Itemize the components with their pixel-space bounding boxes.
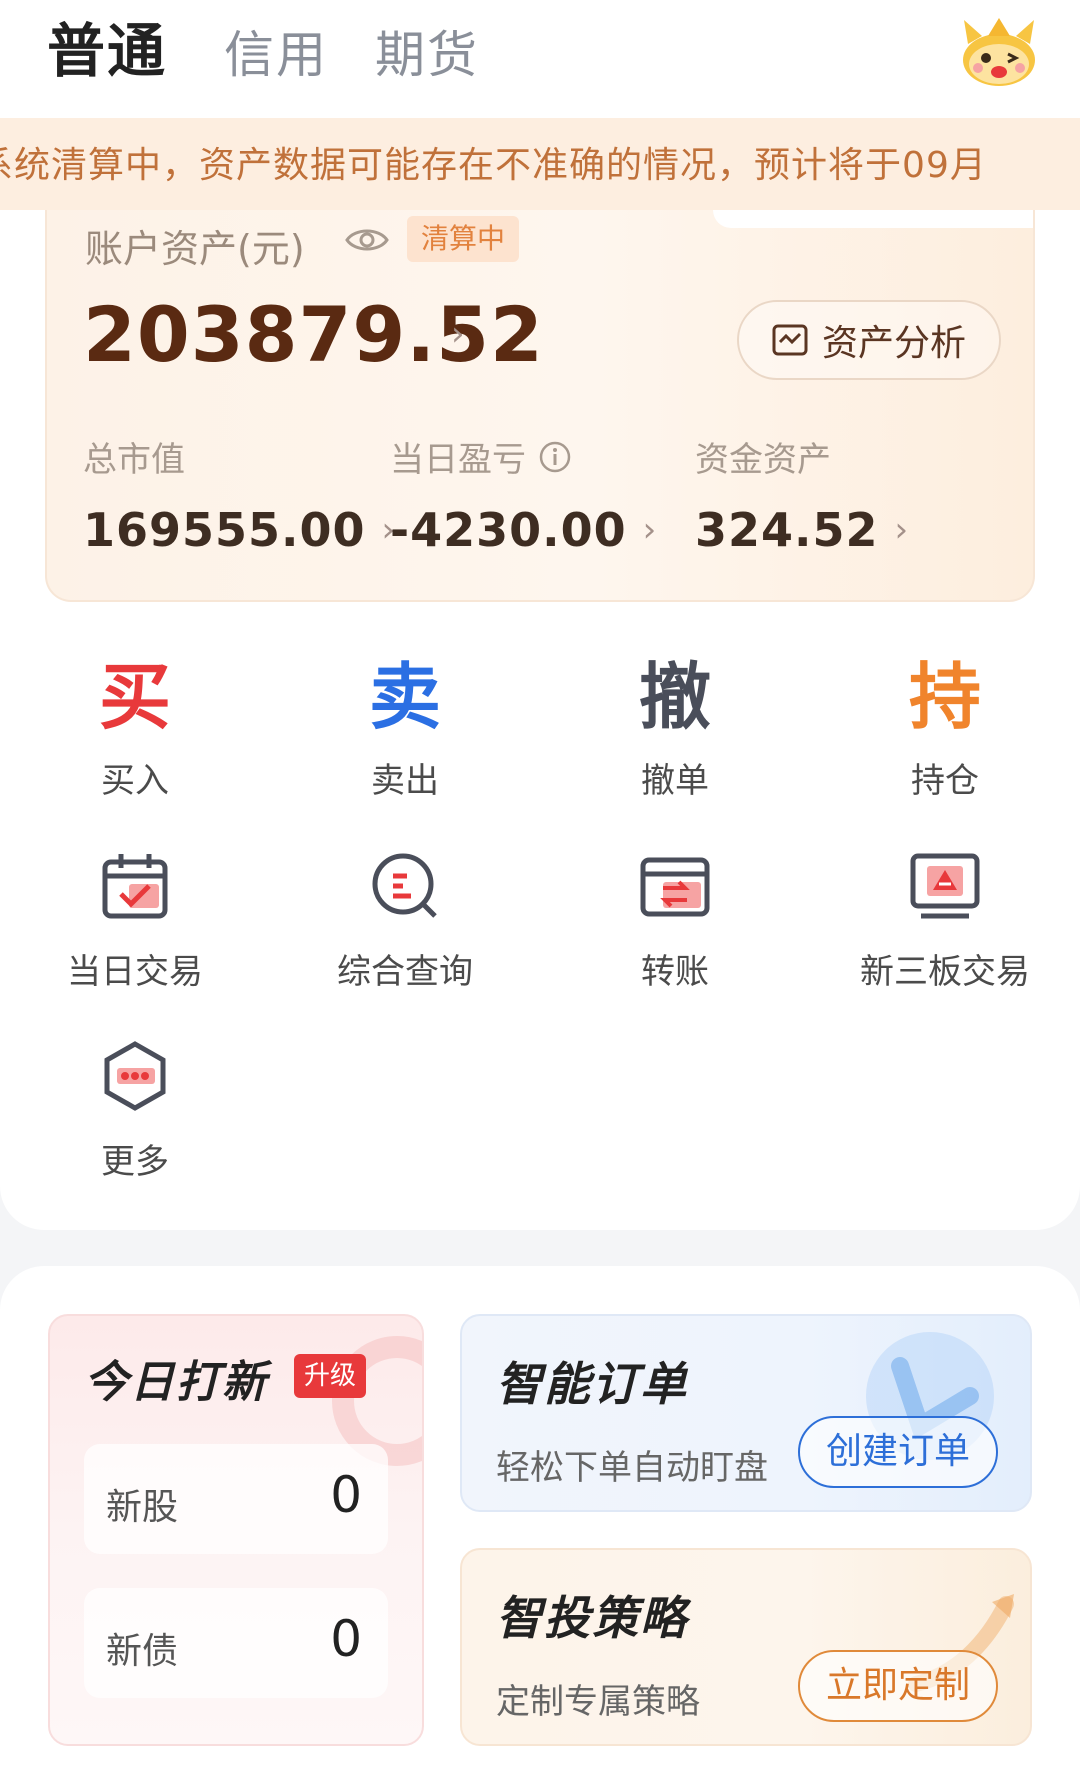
chevron-right-icon: ›: [451, 314, 465, 354]
eye-icon[interactable]: [345, 224, 389, 256]
buy-icon: 买: [98, 655, 171, 739]
smart-order-subtitle: 轻松下单自动盯盘: [496, 1448, 768, 1488]
smart-order-card[interactable]: 智能订单 轻松下单自动盯盘 创建订单: [460, 1314, 1032, 1512]
tab-futures[interactable]: 期货: [375, 22, 479, 88]
tab-credit[interactable]: 信用: [224, 22, 328, 88]
stat-value: 324.52: [695, 503, 879, 557]
query-button[interactable]: 综合查询: [285, 850, 525, 993]
transfer-label: 转账: [641, 952, 709, 992]
sell-button[interactable]: 卖 卖出: [295, 655, 515, 802]
chevron-right-icon: ›: [642, 510, 657, 550]
strategy-title: 智投策略: [496, 1591, 688, 1645]
transfer-button[interactable]: 转账: [555, 850, 795, 993]
smart-strategy-card[interactable]: 智投策略 定制专属策略 立即定制: [460, 1548, 1032, 1746]
new-stock-label: 新股: [106, 1487, 179, 1528]
neeq-trade-button[interactable]: 新三板交易: [825, 850, 1065, 993]
stat-label: 当日盈亏: [390, 440, 526, 480]
buy-button[interactable]: 买 买入: [25, 655, 245, 802]
new-bond-label: 新债: [106, 1631, 179, 1672]
stat-value: 169555.00: [83, 503, 366, 557]
query-label: 综合查询: [337, 952, 473, 992]
cancel-order-button[interactable]: 撤 撤单: [565, 655, 785, 802]
buy-label: 买入: [101, 761, 169, 801]
neeq-trade-label: 新三板交易: [860, 952, 1030, 992]
monitor-icon: [910, 853, 980, 919]
new-stock-row[interactable]: 新股 0: [84, 1444, 388, 1554]
more-button[interactable]: 更多: [15, 1040, 255, 1183]
search-list-icon: [372, 853, 437, 918]
analysis-icon: [772, 324, 808, 356]
stat-label: 资金资产: [695, 440, 831, 480]
transfer-icon: [640, 857, 710, 917]
holdings-button[interactable]: 持 持仓: [835, 655, 1055, 802]
stat-label: 总市值: [83, 440, 185, 480]
account-type-tabs: 普通 信用 期货: [0, 0, 1080, 118]
stat-value: -4230.00: [390, 503, 627, 557]
more-icon: [104, 1041, 166, 1111]
strategy-subtitle: 定制专属策略: [496, 1682, 700, 1722]
holdings-icon: 持: [908, 655, 981, 739]
account-asset-card: 账户资产(元) 清算中 203879.52 › 资产分析 总市值 169555.…: [45, 210, 1035, 602]
notice-text: [系统清算中，资产数据可能存在不准确的情况，预计将于09月: [0, 145, 987, 186]
calendar-icon: [102, 854, 168, 919]
card-notch: [713, 210, 1033, 228]
daily-trades-label: 当日交易: [67, 952, 203, 992]
asset-analysis-label: 资产分析: [821, 323, 966, 364]
sell-label: 卖出: [371, 761, 439, 801]
info-icon[interactable]: [538, 440, 572, 474]
clearing-notice-banner[interactable]: [系统清算中，资产数据可能存在不准确的情况，预计将于09月: [0, 118, 1080, 210]
stat-daily-pnl[interactable]: 当日盈亏 -4230.00 ›: [390, 432, 656, 557]
stat-cash-asset[interactable]: 资金资产 324.52 ›: [695, 432, 908, 557]
create-order-button[interactable]: 创建订单: [798, 1416, 998, 1488]
ipo-title: 今日打新: [84, 1357, 268, 1408]
cancel-label: 撤单: [641, 761, 709, 801]
daily-trades-button[interactable]: 当日交易: [15, 850, 255, 993]
new-bond-row[interactable]: 新债 0: [84, 1588, 388, 1698]
new-stock-count: 0: [330, 1466, 362, 1524]
account-asset-label: 账户资产(元): [85, 227, 305, 271]
stat-market-value[interactable]: 总市值 169555.00 ›: [83, 432, 395, 557]
asset-analysis-button[interactable]: 资产分析: [737, 300, 1001, 380]
upgrade-badge: 升级: [294, 1354, 367, 1398]
customize-now-button[interactable]: 立即定制: [798, 1650, 998, 1722]
tab-normal[interactable]: 普通: [47, 18, 167, 84]
status-badge: 清算中: [407, 216, 520, 262]
mascot-avatar-icon[interactable]: [958, 14, 1040, 90]
ipo-card[interactable]: 今日打新 升级 新股 0 新债 0: [48, 1314, 424, 1746]
more-label: 更多: [101, 1142, 169, 1182]
holdings-label: 持仓: [911, 761, 979, 801]
cancel-icon: 撤: [638, 655, 711, 739]
smart-order-title: 智能订单: [496, 1357, 688, 1411]
chevron-right-icon: ›: [894, 510, 909, 550]
new-bond-count: 0: [330, 1610, 362, 1668]
sell-icon: 卖: [368, 655, 441, 739]
total-asset-value[interactable]: 203879.52: [83, 290, 544, 379]
